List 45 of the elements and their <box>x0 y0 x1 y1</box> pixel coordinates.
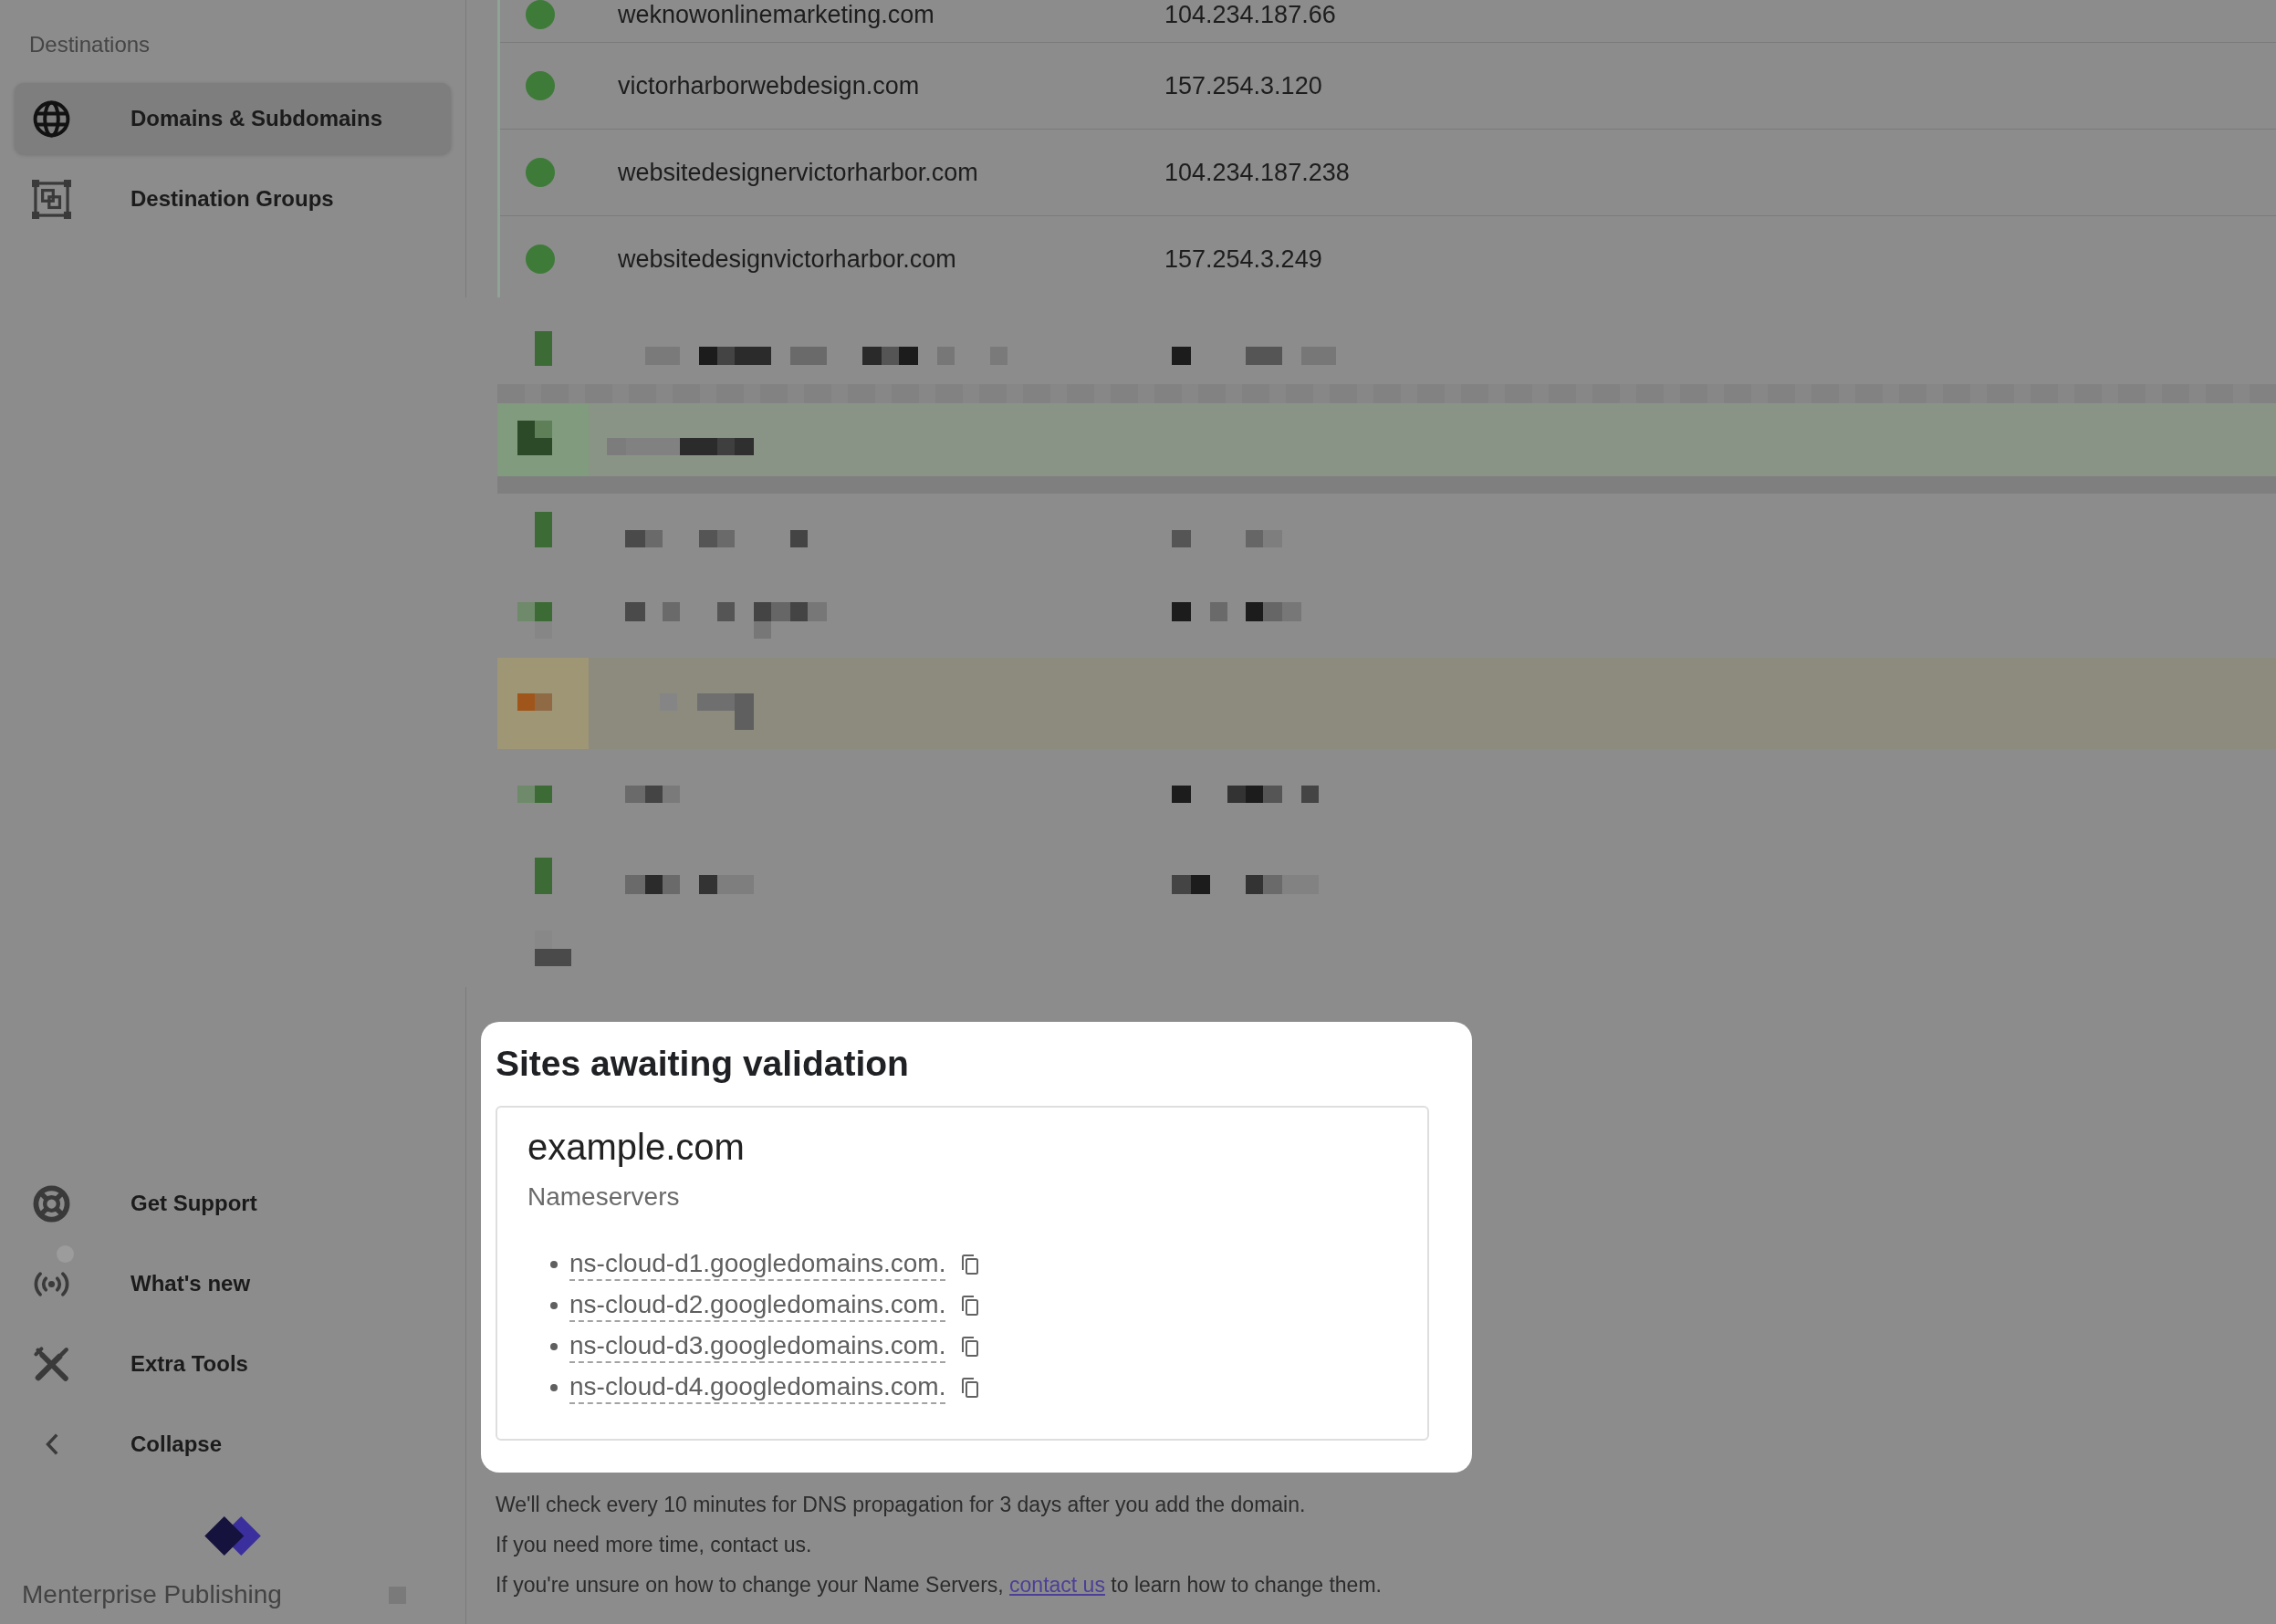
ip-address: 157.254.3.249 <box>1164 245 1322 274</box>
lifebuoy-icon <box>33 1184 70 1223</box>
nav-item[interactable]: Collapse <box>15 1409 451 1480</box>
chevron-left-icon <box>44 1432 59 1456</box>
copy-icon[interactable] <box>961 1294 980 1317</box>
brand-name: Menterprise Publishing <box>22 1580 282 1609</box>
ip-address: 104.234.187.66 <box>1164 0 1336 29</box>
status-dot-icon <box>526 71 555 100</box>
section-label: Destinations <box>29 31 151 58</box>
nameserver-text: ns-cloud-d3.googledomains.com. <box>569 1329 946 1363</box>
ip-address: 157.254.3.120 <box>1164 71 1322 100</box>
nav-item[interactable]: Destination Groups <box>15 163 451 234</box>
domain-name: weknowonlinemarketing.com <box>618 0 935 29</box>
nameserver-text: ns-cloud-d2.googledomains.com. <box>569 1288 946 1322</box>
status-dot-icon <box>526 158 555 187</box>
domain-name: victorharborwebdesign.com <box>618 71 921 100</box>
grouped-squares-icon <box>32 179 71 219</box>
info-text: If you're unsure on how to change your Name Servers, contact us to learn how to change them. <box>496 1572 1382 1598</box>
nameserver-text: ns-cloud-d4.googledomains.com. <box>569 1370 946 1404</box>
status-dot-icon <box>526 0 555 29</box>
copy-icon[interactable] <box>961 1335 980 1358</box>
globe-icon <box>33 99 70 138</box>
bullet-icon <box>550 1383 558 1391</box>
section-title: Sites awaiting validation <box>496 1043 909 1085</box>
copy-icon[interactable] <box>961 1253 980 1275</box>
domain-name: websitedesignervictorharbor.com <box>618 158 979 187</box>
copy-icon[interactable] <box>961 1376 980 1399</box>
nav-item[interactable]: Domains & Subdomains <box>15 83 451 154</box>
logo-icon <box>204 1516 262 1556</box>
field-label: Nameservers <box>527 1182 680 1212</box>
info-text: We'll check every 10 minutes for DNS propagation for 3 days after you add the domain. <box>496 1492 1306 1518</box>
ip-address: 104.234.187.238 <box>1164 158 1350 187</box>
nameserver-text: ns-cloud-d1.googledomains.com. <box>569 1247 946 1281</box>
tools-icon <box>33 1345 70 1383</box>
domain-name: websitedesignvictorharbor.com <box>618 245 957 274</box>
broadcast-icon <box>33 1271 70 1296</box>
status-dot-icon <box>526 245 555 274</box>
bullet-icon <box>550 1260 558 1268</box>
bullet-icon <box>550 1301 558 1309</box>
info-text: If you need more time, contact us. <box>496 1532 812 1558</box>
nav-item[interactable]: Extra Tools <box>15 1328 451 1400</box>
bullet-icon <box>550 1342 558 1350</box>
nav-item[interactable]: What's new <box>15 1248 451 1319</box>
nav-item[interactable]: Get Support <box>15 1168 451 1239</box>
site-domain: example.com <box>527 1126 745 1168</box>
